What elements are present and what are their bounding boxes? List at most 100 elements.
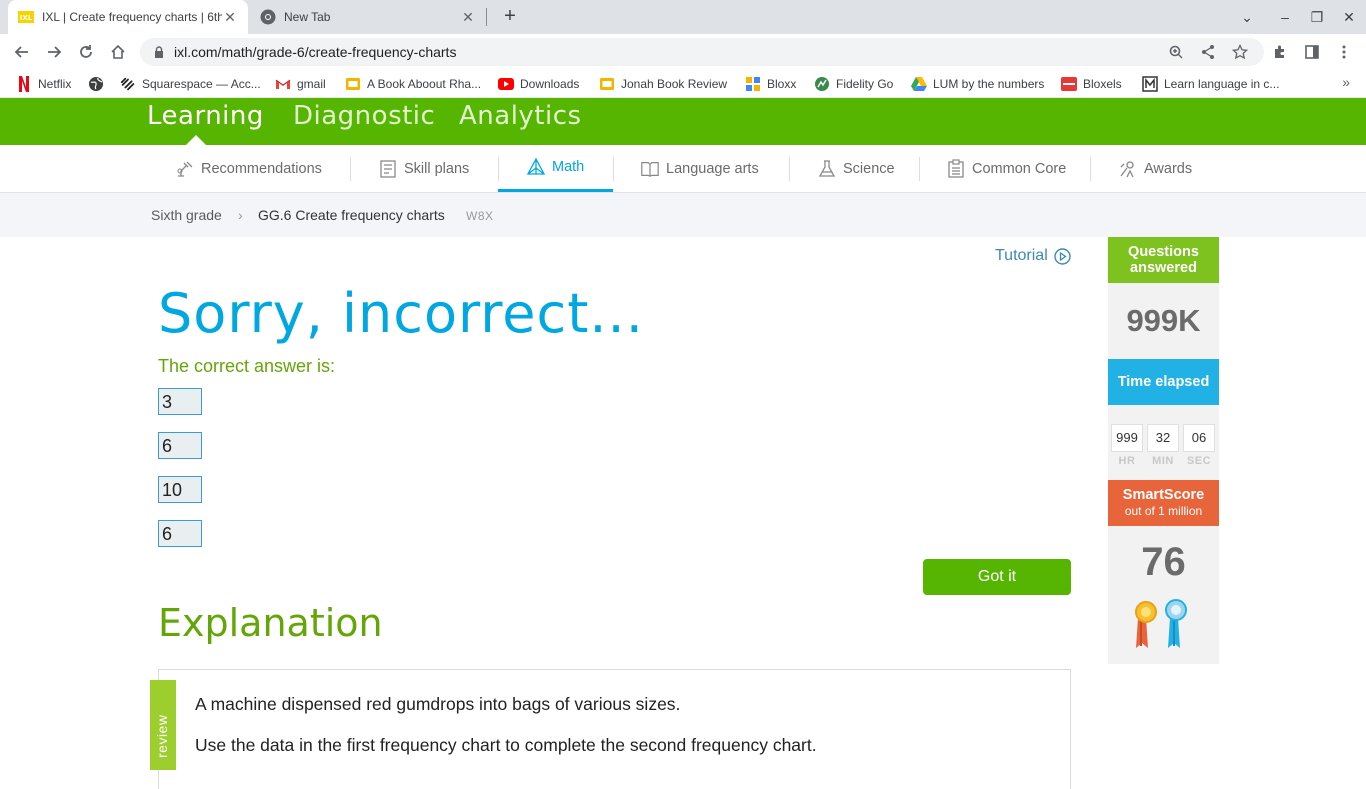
subnav-skill-plans[interactable]: Skill plans — [378, 145, 469, 192]
got-it-button[interactable]: Got it — [923, 559, 1071, 595]
time-seconds: 06 — [1183, 424, 1215, 452]
address-bar[interactable]: ixl.com/math/grade-6/create-frequency-ch… — [140, 38, 1264, 66]
explanation-text: A machine dispensed red gumdrops into ba… — [195, 694, 681, 714]
bookmark-downloads[interactable]: Downloads — [498, 74, 579, 94]
smartscore-header: SmartScore out of 1 million — [1108, 480, 1219, 526]
bookmark-star-icon[interactable] — [1228, 40, 1252, 64]
subnav-recommendations[interactable]: Recommendations — [175, 145, 322, 192]
svg-text:IXL: IXL — [20, 14, 33, 22]
correct-answer-box: 10 — [158, 476, 202, 503]
breadcrumb-skill: GG.6 Create frequency charts — [258, 207, 445, 223]
fidelity-icon — [814, 76, 830, 92]
lock-icon — [152, 45, 166, 59]
language-arts-icon — [640, 159, 660, 179]
subnav-common-core[interactable]: Common Core — [946, 145, 1066, 192]
math-icon — [526, 157, 546, 177]
tutorial-link[interactable]: Tutorial — [995, 247, 1071, 265]
time-seconds-label: SEC — [1186, 455, 1212, 467]
tab-separator — [486, 8, 487, 26]
questions-answered-header: Questions answered — [1108, 237, 1219, 283]
time-minutes: 32 — [1147, 424, 1179, 452]
squarespace-icon — [120, 76, 136, 92]
slides-icon — [599, 76, 615, 92]
side-panel-icon[interactable] — [1300, 40, 1324, 64]
bookmark-squarespace[interactable]: Squarespace — Acc... — [120, 74, 261, 94]
bloxels-icon — [1061, 76, 1077, 92]
ixl-subject-nav: Recommendations Skill plans Math Languag… — [0, 145, 1366, 193]
nav-diagnostic[interactable]: Diagnostic — [293, 101, 435, 131]
menu-kebab-icon[interactable] — [1332, 40, 1356, 64]
bookmark-learn-language[interactable]: Learn language in c... — [1142, 74, 1279, 94]
restore-icon[interactable]: ❐ — [1300, 0, 1334, 34]
explanation-title: Explanation — [158, 601, 383, 645]
common-core-icon — [946, 158, 966, 179]
gmail-icon — [275, 76, 291, 92]
globe-icon — [88, 76, 104, 92]
extensions-icon[interactable] — [1268, 40, 1292, 64]
skill-plans-icon — [378, 159, 398, 179]
time-hours-label: HR — [1118, 455, 1136, 467]
correct-answer-box: 6 — [158, 432, 202, 459]
tab-ixl[interactable]: IXL IXL | Create frequency charts | 6th … — [8, 0, 248, 34]
bookmark-netflix[interactable]: Netflix — [16, 74, 71, 94]
home-icon[interactable] — [106, 40, 130, 64]
breadcrumb-grade[interactable]: Sixth grade — [151, 207, 222, 223]
zoom-icon[interactable] — [1164, 40, 1188, 64]
bloxx-icon — [745, 76, 761, 92]
back-icon[interactable] — [10, 40, 34, 64]
browser-toolbar: ixl.com/math/grade-6/create-frequency-ch… — [0, 34, 1366, 70]
bookmark-book-rha[interactable]: A Book Aboout Rha... — [345, 74, 481, 94]
chevron-right-icon: › — [238, 207, 243, 223]
close-tab-icon[interactable]: ✕ — [460, 9, 476, 26]
bookmark-lum[interactable]: LUM by the numbers — [911, 74, 1044, 94]
bookmark-jonah[interactable]: Jonah Book Review — [599, 74, 727, 94]
drive-icon — [911, 76, 927, 92]
subnav-math[interactable]: Math — [498, 145, 613, 192]
tab-new-tab[interactable]: New Tab ✕ — [250, 0, 486, 34]
forward-icon[interactable] — [42, 40, 66, 64]
subnav-language-arts[interactable]: Language arts — [640, 145, 759, 192]
reload-icon[interactable] — [74, 40, 98, 64]
recommendations-icon — [175, 159, 195, 179]
bookmark-bloxels[interactable]: Bloxels — [1061, 74, 1122, 94]
minimize-icon[interactable]: – — [1268, 0, 1302, 34]
skill-code: W8X — [466, 209, 494, 223]
explanation-text: Use the data in the first frequency char… — [195, 735, 817, 755]
bookmark-globe[interactable] — [88, 74, 110, 94]
review-tag: review — [150, 680, 176, 770]
ixl-favicon-icon: IXL — [18, 9, 34, 25]
ribbon-medals-icon — [1132, 598, 1192, 652]
learn-icon — [1142, 76, 1158, 92]
netflix-icon — [16, 76, 32, 92]
tab-title: New Tab — [284, 10, 331, 24]
more-bookmarks-icon[interactable]: » — [1342, 74, 1350, 90]
play-circle-icon — [1054, 247, 1071, 265]
time-minutes-label: MIN — [1152, 455, 1174, 467]
bookmark-bloxx[interactable]: Bloxx — [745, 74, 796, 94]
tab-title: IXL | Create frequency charts | 6th — [42, 10, 222, 24]
share-icon[interactable] — [1196, 40, 1220, 64]
correct-answer-label: The correct answer is: — [158, 356, 336, 376]
nav-analytics[interactable]: Analytics — [459, 101, 582, 131]
tab-search-icon[interactable]: ⌄ — [1230, 0, 1264, 34]
time-elapsed-header: Time elapsed — [1108, 359, 1219, 405]
science-icon — [817, 159, 837, 179]
feedback-headline: Sorry, incorrect... — [158, 282, 644, 345]
subnav-awards[interactable]: Awards — [1118, 145, 1192, 192]
youtube-icon — [498, 76, 514, 92]
nav-learning[interactable]: Learning — [147, 101, 264, 131]
correct-answer-box: 3 — [158, 388, 202, 415]
bookmark-fidelity[interactable]: Fidelity Go — [814, 74, 893, 94]
correct-answer-box: 6 — [158, 520, 202, 547]
bookmark-gmail[interactable]: gmail — [275, 74, 326, 94]
chrome-icon — [260, 9, 276, 25]
awards-icon — [1118, 159, 1138, 179]
subnav-science[interactable]: Science — [817, 145, 895, 192]
close-tab-icon[interactable]: ✕ — [222, 9, 238, 26]
slides-icon — [345, 76, 361, 92]
bookmarks-bar: Netflix Squarespace — Acc... gmail A Boo… — [0, 70, 1366, 98]
window-close-icon[interactable]: ✕ — [1332, 0, 1366, 34]
smartscore-value: 76 — [1141, 540, 1186, 584]
explanation-box — [158, 669, 1071, 789]
new-tab-icon[interactable]: + — [498, 4, 522, 28]
